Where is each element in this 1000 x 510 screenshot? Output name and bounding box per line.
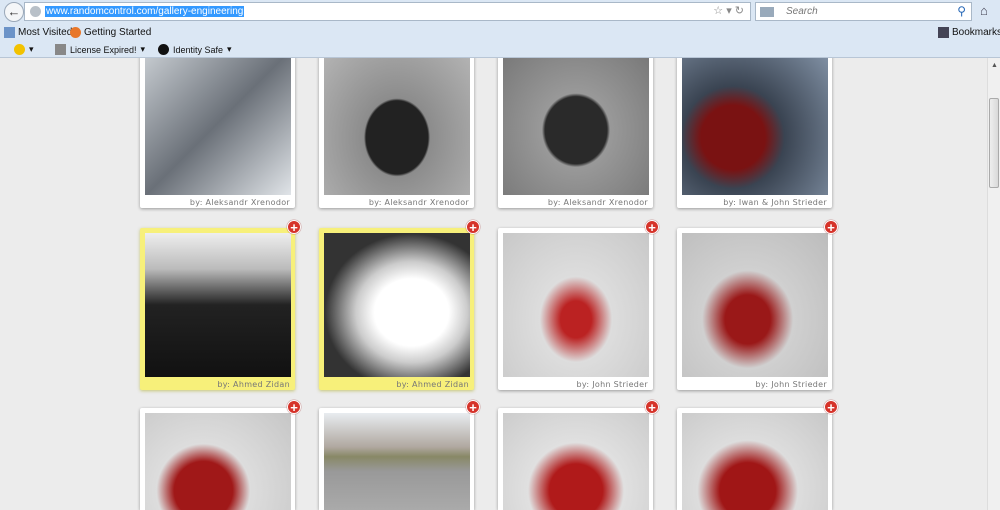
norton-check-icon bbox=[14, 44, 25, 55]
browser-toolbar: ← www.randomcontrol.com/gallery-engineer… bbox=[0, 0, 1000, 58]
gallery-image[interactable] bbox=[324, 413, 470, 510]
gallery-image[interactable] bbox=[324, 233, 470, 377]
identity-label: Identity Safe bbox=[173, 44, 224, 55]
add-plus-icon[interactable]: + bbox=[824, 220, 838, 234]
bookmarks-label: Bookmarks bbox=[952, 27, 1000, 38]
norton-menu[interactable]: ▾ bbox=[14, 44, 34, 55]
license-menu[interactable]: License Expired! ▾ bbox=[55, 44, 145, 55]
bookmarks-menu[interactable]: Bookmarks bbox=[938, 27, 1000, 38]
add-plus-icon[interactable]: + bbox=[287, 400, 301, 414]
bookmark-label: Most Visited bbox=[18, 27, 73, 38]
gallery-image[interactable] bbox=[324, 51, 470, 195]
question-icon bbox=[55, 44, 66, 55]
scrollbar-thumb[interactable] bbox=[989, 98, 999, 188]
author-caption: by: Ahmed Zidan bbox=[396, 380, 469, 389]
globe-icon bbox=[30, 6, 41, 17]
add-plus-icon[interactable]: + bbox=[645, 220, 659, 234]
license-label: License Expired! bbox=[70, 44, 137, 55]
author-caption: by: John Strieder bbox=[755, 380, 827, 389]
firefox-icon bbox=[70, 27, 81, 38]
star-reload-icons[interactable]: ☆ ▾ ↻ bbox=[713, 3, 744, 20]
gallery-image[interactable] bbox=[682, 233, 828, 377]
gallery-card[interactable]: by: Iwan & John Strieder + bbox=[677, 38, 838, 208]
search-icon[interactable]: ⚲ bbox=[957, 3, 966, 20]
gallery-image[interactable] bbox=[682, 413, 828, 510]
add-plus-icon[interactable]: + bbox=[824, 400, 838, 414]
gallery-card[interactable]: by: John Strieder + bbox=[498, 220, 659, 390]
identity-safe-menu[interactable]: Identity Safe ▾ bbox=[158, 44, 232, 55]
author-caption: by: Aleksandr Xrenodor bbox=[547, 198, 648, 207]
bookmark-most-visited[interactable]: Most Visited bbox=[4, 27, 72, 38]
gallery-card[interactable]: by: Aleksandr Xrenodor + bbox=[498, 38, 659, 208]
home-icon[interactable]: ⌂ bbox=[980, 3, 988, 18]
add-plus-icon[interactable]: + bbox=[466, 220, 480, 234]
scrollbar[interactable]: ▲ bbox=[987, 58, 1000, 510]
gallery-card[interactable]: by: Aleksandr Xrenodor + bbox=[319, 38, 480, 208]
gallery-card[interactable]: by: Ahmed Zidan + bbox=[140, 220, 301, 390]
gallery-card[interactable]: by: John Strieder + bbox=[677, 220, 838, 390]
author-caption: by: Aleksandr Xrenodor bbox=[368, 198, 469, 207]
bookmark-star-icon bbox=[938, 27, 949, 38]
url-bar[interactable]: www.randomcontrol.com/gallery-engineerin… bbox=[24, 2, 751, 21]
bookmark-getting-started[interactable]: Getting Started bbox=[70, 27, 151, 38]
gallery-image[interactable] bbox=[145, 51, 291, 195]
gallery-image[interactable] bbox=[503, 233, 649, 377]
back-button[interactable]: ← bbox=[4, 2, 24, 22]
gallery-image[interactable] bbox=[503, 413, 649, 510]
gallery-card[interactable]: + bbox=[498, 400, 659, 510]
gallery-image[interactable] bbox=[503, 51, 649, 195]
folder-icon bbox=[4, 27, 15, 38]
gallery-card[interactable]: by: Ahmed Zidan + bbox=[319, 220, 480, 390]
gallery-card[interactable]: + bbox=[677, 400, 838, 510]
gallery-image[interactable] bbox=[145, 413, 291, 510]
gallery-card[interactable]: + bbox=[140, 400, 301, 510]
gallery-card[interactable]: + bbox=[319, 400, 480, 510]
search-input[interactable]: Search ⚲ bbox=[755, 2, 972, 21]
add-plus-icon[interactable]: + bbox=[287, 220, 301, 234]
add-plus-icon[interactable]: + bbox=[645, 400, 659, 414]
scroll-up-icon[interactable]: ▲ bbox=[991, 62, 998, 69]
url-text: www.randomcontrol.com/gallery-engineerin… bbox=[45, 6, 245, 17]
author-caption: by: Iwan & John Strieder bbox=[723, 198, 827, 207]
bookmark-label: Getting Started bbox=[84, 27, 152, 38]
search-placeholder: Search bbox=[786, 6, 818, 17]
gallery-image[interactable] bbox=[682, 51, 828, 195]
gallery-image[interactable] bbox=[145, 233, 291, 377]
search-engine-icon[interactable] bbox=[760, 7, 774, 17]
author-caption: by: Ahmed Zidan bbox=[217, 380, 290, 389]
author-caption: by: John Strieder bbox=[576, 380, 648, 389]
gallery-card[interactable]: by: Aleksandr Xrenodor + bbox=[140, 38, 301, 208]
add-plus-icon[interactable]: + bbox=[466, 400, 480, 414]
identity-safe-icon bbox=[158, 44, 169, 55]
author-caption: by: Aleksandr Xrenodor bbox=[189, 198, 290, 207]
